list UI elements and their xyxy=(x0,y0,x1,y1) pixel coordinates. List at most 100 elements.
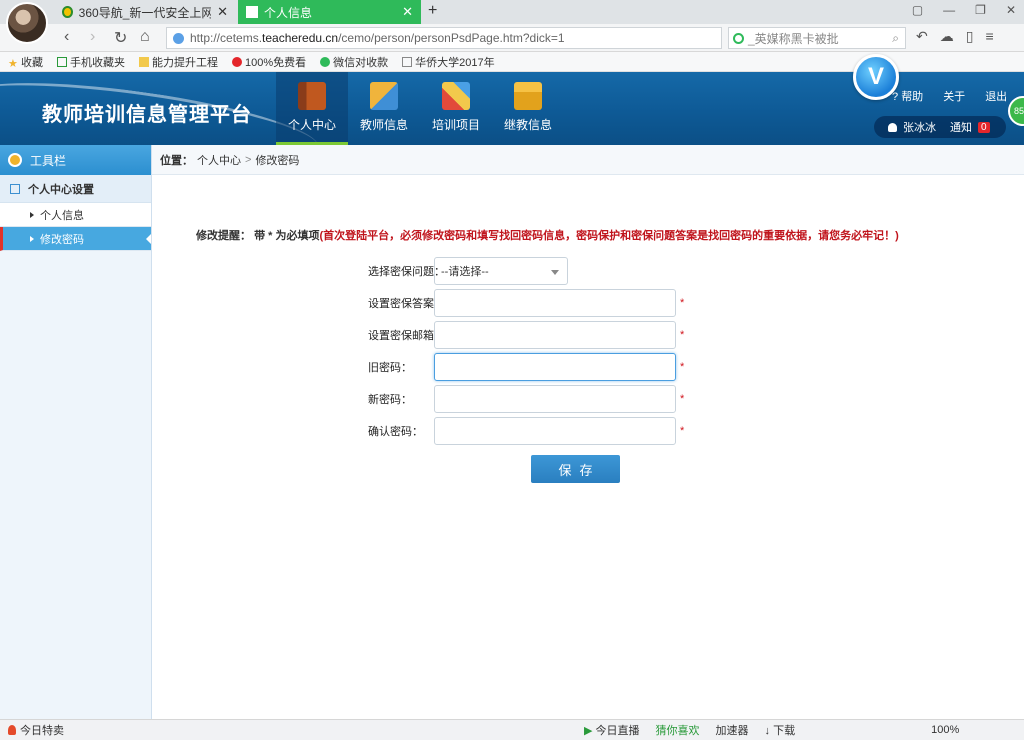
logout-link[interactable]: 退出 xyxy=(985,88,1007,104)
minimize-icon[interactable]: — xyxy=(943,3,955,17)
status-bar: 今日特卖 ▶ 今日直播 猜你喜欢 加速器 ↓ 下载 100% xyxy=(0,719,1024,740)
close-icon[interactable]: ✕ xyxy=(217,4,228,20)
row-security-email: 设置密保邮箱： * xyxy=(368,321,684,349)
triangle-right-icon xyxy=(30,211,34,218)
tab-title: 360导航_新一代安全上网导航 xyxy=(78,5,212,20)
breadcrumb-change-password: 修改密码 xyxy=(255,154,300,167)
nav-teacher-info[interactable]: 教师信息 xyxy=(348,72,420,145)
tab-personal-info[interactable]: 个人信息 ✕ xyxy=(238,0,421,24)
cloud-icon[interactable]: ☁ xyxy=(940,28,954,45)
search-placeholder: _英媒称黑卡被批 xyxy=(748,31,839,46)
new-password-input[interactable] xyxy=(434,385,676,413)
sidebar-item-change-password[interactable]: 修改密码 xyxy=(0,227,151,251)
guess-link[interactable]: 猜你喜欢 xyxy=(656,722,700,738)
old-password-input[interactable] xyxy=(434,353,676,381)
breadcrumb: 位置： 个人中心 > 修改密码 xyxy=(152,145,1024,175)
phone-icon xyxy=(57,56,67,67)
address-toolbar: ‹ › ↻ ⌂ http://cetems.teacheredu.cn/cemo… xyxy=(0,24,1024,52)
profile-avatar[interactable] xyxy=(6,2,48,44)
main-content: 修改提醒： 带 * 为必填项(首次登陆平台，必须修改密码和填写找回密码信息，密码… xyxy=(152,175,1024,719)
nav-training-projects[interactable]: 培训项目 xyxy=(420,72,492,145)
folder-icon xyxy=(139,56,149,67)
restore-icon[interactable]: ❐ xyxy=(975,3,986,17)
download-link[interactable]: ↓ 下载 xyxy=(765,722,796,738)
help-links: ? 帮助 关于 退出 xyxy=(892,88,1007,104)
close-window-icon[interactable]: ✕ xyxy=(1006,3,1016,17)
save-button[interactable]: 保存 xyxy=(531,455,620,483)
ruler-icon xyxy=(370,82,398,110)
security-question-select[interactable]: --请选择-- xyxy=(434,257,568,285)
zoom-level[interactable]: 100% xyxy=(931,724,959,736)
row-confirm-password: 确认密码： * xyxy=(368,417,684,445)
search-icon[interactable]: ⌕ xyxy=(892,31,899,46)
bookmark-wechat[interactable]: 微信对收款 xyxy=(320,54,388,70)
skin-icon[interactable]: ▢ xyxy=(912,3,923,17)
user-bar: 张冰冰 通知 0 xyxy=(874,116,1006,138)
phone-icon[interactable]: ▯ xyxy=(966,28,974,45)
star-icon: ★ xyxy=(8,57,18,70)
download-icon: ↓ xyxy=(764,725,771,737)
notify-link[interactable]: 通知 xyxy=(950,119,972,135)
browser-tab-bar: 360导航_新一代安全上网导航 ✕ 个人信息 ✕ + ▢ — ❐ ✕ xyxy=(0,0,1024,24)
daily-deals[interactable]: 今日特卖 xyxy=(8,722,64,738)
v-logo-icon[interactable]: V xyxy=(853,54,899,100)
row-security-question: 选择密保问题： --请选择-- xyxy=(368,257,568,285)
breadcrumb-personal-center[interactable]: 个人中心 xyxy=(197,152,241,168)
book-icon xyxy=(298,82,326,110)
help-link[interactable]: ? 帮助 xyxy=(892,88,923,104)
menu-icon[interactable]: ≡ xyxy=(985,28,993,45)
sidebar: 工具栏 个人中心设置 个人信息 修改密码 xyxy=(0,145,152,719)
window-controls: ▢ — ❐ ✕ xyxy=(912,3,1016,17)
tab-title: 个人信息 xyxy=(264,5,313,20)
status-tools: ▶ 今日直播 猜你喜欢 加速器 ↓ 下载 100% xyxy=(584,722,959,738)
undo-icon[interactable]: ↶ xyxy=(916,28,928,45)
nav-personal-center[interactable]: 个人中心 xyxy=(276,72,348,145)
triangle-right-icon xyxy=(30,235,34,242)
wechat-icon xyxy=(320,56,331,67)
help-icon: ? xyxy=(892,91,899,103)
360-favicon-icon xyxy=(62,6,73,18)
tab-360-nav[interactable]: 360导航_新一代安全上网导航 ✕ xyxy=(54,0,236,24)
app-title: 教师培训信息管理平台 xyxy=(42,104,252,126)
row-security-answer: 设置密保答案： * xyxy=(368,289,684,317)
chevron-down-icon xyxy=(551,270,559,275)
user-icon xyxy=(888,122,897,132)
bookmark-mobile[interactable]: 手机收藏夹 xyxy=(57,54,125,70)
close-icon[interactable]: ✕ xyxy=(402,4,413,20)
bookmark-ability[interactable]: 能力提升工程 xyxy=(139,54,218,70)
url-text: http://cetems.teacheredu.cn/cemo/person/… xyxy=(190,31,565,45)
security-email-input[interactable] xyxy=(434,321,676,349)
nav-continuing-education[interactable]: 继教信息 xyxy=(492,72,564,145)
search-engine-icon xyxy=(733,32,744,44)
bookmark-free[interactable]: 100%免费看 xyxy=(232,54,306,70)
new-tab-button[interactable]: + xyxy=(428,2,437,20)
username: 张冰冰 xyxy=(903,122,936,134)
flame-icon xyxy=(8,725,16,735)
main-nav: 个人中心 教师信息 培训项目 继教信息 xyxy=(276,72,564,145)
site-favicon-icon xyxy=(246,6,258,18)
back-icon[interactable]: ‹ xyxy=(64,28,69,46)
live-link[interactable]: ▶ 今日直播 xyxy=(584,722,640,738)
red-logo-icon xyxy=(232,56,242,67)
about-link[interactable]: 关于 xyxy=(943,88,965,104)
bookmark-university[interactable]: 华侨大学2017年 xyxy=(402,54,495,70)
notice-text: 修改提醒： 带 * 为必填项(首次登陆平台，必须修改密码和填写找回密码信息，密码… xyxy=(196,230,899,242)
folder-download-icon xyxy=(514,82,542,110)
refresh-icon[interactable]: ↻ xyxy=(114,28,127,48)
tools-icon xyxy=(442,82,470,110)
bookmark-favorites[interactable]: ★ 收藏 xyxy=(8,54,43,70)
sidebar-header[interactable]: 工具栏 xyxy=(0,145,151,175)
accelerator-link[interactable]: 加速器 xyxy=(716,722,749,738)
sidebar-group-personal[interactable]: 个人中心设置 xyxy=(0,175,151,203)
search-input[interactable]: _英媒称黑卡被批 ⌕ xyxy=(728,27,906,49)
page-icon xyxy=(402,56,413,67)
play-icon: ▶ xyxy=(584,725,593,737)
confirm-password-input[interactable] xyxy=(434,417,676,445)
browser-tools: ↶ ☁ ▯ ≡ xyxy=(916,28,994,45)
url-field[interactable]: http://cetems.teacheredu.cn/cemo/person/… xyxy=(166,27,722,49)
home-icon[interactable]: ⌂ xyxy=(140,28,150,46)
sidebar-item-personal-info[interactable]: 个人信息 xyxy=(0,203,151,227)
list-icon xyxy=(10,183,20,194)
forward-icon[interactable]: › xyxy=(90,28,95,46)
security-answer-input[interactable] xyxy=(434,289,676,317)
